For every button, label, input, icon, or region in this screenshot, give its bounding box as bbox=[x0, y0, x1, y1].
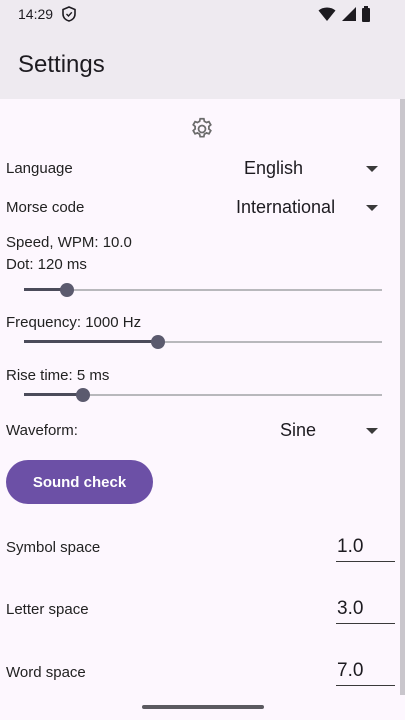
field-underline bbox=[336, 623, 395, 624]
chevron-down-icon bbox=[366, 205, 378, 211]
field-underline bbox=[336, 561, 395, 562]
scrollbar[interactable] bbox=[400, 99, 405, 695]
dot-duration-label: Dot: 120 ms bbox=[6, 256, 87, 273]
frequency-label: Frequency: 1000 Hz bbox=[6, 314, 142, 331]
slider-track bbox=[24, 289, 382, 291]
morse-code-dropdown[interactable]: International bbox=[232, 195, 382, 221]
signal-icon bbox=[341, 6, 361, 23]
gear-icon bbox=[189, 116, 215, 147]
chevron-down-icon bbox=[366, 428, 378, 434]
rise-time-label: Rise time: 5 ms bbox=[6, 367, 110, 384]
navigation-handle[interactable] bbox=[142, 705, 264, 709]
slider-thumb[interactable] bbox=[76, 388, 90, 402]
speed-label: Speed, WPM: 10.0 bbox=[6, 234, 132, 251]
speed-slider[interactable] bbox=[24, 283, 382, 297]
wifi-icon bbox=[318, 6, 340, 23]
symbol-space-value: 1.0 bbox=[337, 536, 364, 557]
waveform-label: Waveform: bbox=[6, 422, 78, 439]
page-title: Settings bbox=[18, 51, 105, 78]
slider-thumb[interactable] bbox=[151, 335, 165, 349]
language-dropdown[interactable]: English bbox=[232, 156, 382, 182]
language-value: English bbox=[244, 158, 304, 178]
word-space-value: 7.0 bbox=[337, 660, 364, 681]
status-icons bbox=[318, 6, 371, 24]
battery-icon bbox=[361, 6, 371, 23]
status-time: 14:29 bbox=[18, 6, 54, 22]
slider-thumb[interactable] bbox=[60, 283, 74, 297]
letter-space-field[interactable]: 3.0 bbox=[336, 596, 395, 624]
rise-time-slider[interactable] bbox=[24, 388, 382, 402]
morse-code-value: International bbox=[236, 197, 336, 217]
slider-track-active bbox=[24, 393, 83, 396]
letter-space-label: Letter space bbox=[6, 601, 89, 618]
frequency-slider[interactable] bbox=[24, 335, 382, 349]
morse-code-label: Morse code bbox=[6, 199, 85, 216]
word-space-field[interactable]: 7.0 bbox=[336, 658, 395, 686]
word-space-label: Word space bbox=[6, 664, 86, 681]
symbol-space-label: Symbol space bbox=[6, 539, 101, 556]
letter-space-value: 3.0 bbox=[337, 598, 364, 619]
chevron-down-icon bbox=[366, 166, 378, 172]
language-label: Language bbox=[6, 160, 73, 177]
field-underline bbox=[336, 685, 395, 686]
symbol-space-field[interactable]: 1.0 bbox=[336, 534, 395, 562]
waveform-value: Sine bbox=[280, 420, 317, 440]
sound-check-button[interactable]: Sound check bbox=[6, 460, 153, 504]
shield-icon bbox=[62, 6, 76, 27]
waveform-dropdown[interactable]: Sine bbox=[270, 418, 382, 444]
slider-track-active bbox=[24, 340, 158, 343]
